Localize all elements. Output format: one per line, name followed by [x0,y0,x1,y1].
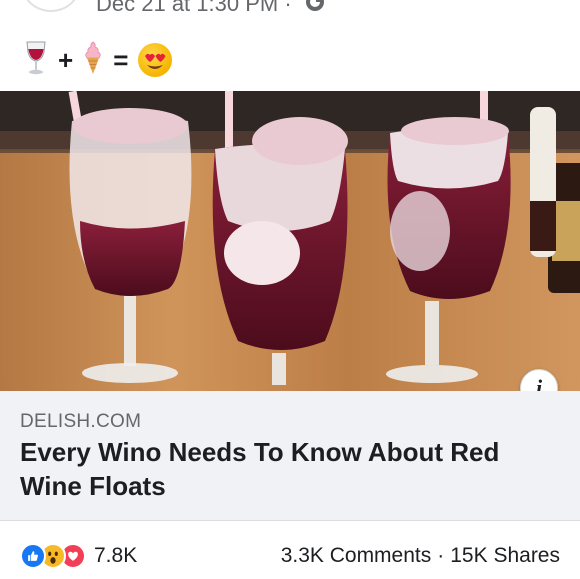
page-avatar[interactable] [22,0,80,12]
post-timestamp[interactable]: Dec 21 at 1:30 PM · [96,0,292,17]
reaction-summary[interactable]: 7.8K [20,543,137,569]
reaction-count: 7.8K [94,544,138,567]
wine-glass-icon [24,40,48,81]
link-card[interactable]: DELISH.COM Every Wino Needs To Know Abou… [0,391,580,521]
post-header: Dec 21 at 1:30 PM · [0,0,580,20]
link-preview-image[interactable]: i [0,91,580,391]
privacy-globe-icon [306,0,324,11]
equals-sign: = [113,45,129,75]
engagement-bar: 7.8K 3.3K Comments · 15K Shares [0,521,580,579]
comments-count[interactable]: 3.3K Comments [281,544,432,568]
plus-sign: + [58,45,74,75]
engagement-stats: 3.3K Comments · 15K Shares [281,544,560,568]
soft-ice-cream-icon [83,40,103,81]
heart-eyes-icon [138,43,173,77]
post-message: + = [24,40,173,81]
stats-separator: · [437,544,445,567]
link-domain: DELISH.COM [20,411,142,432]
like-icon [20,543,46,569]
shares-count[interactable]: 15K Shares [450,544,560,568]
link-title[interactable]: Every Wino Needs To Know About Red Wine … [20,435,550,503]
